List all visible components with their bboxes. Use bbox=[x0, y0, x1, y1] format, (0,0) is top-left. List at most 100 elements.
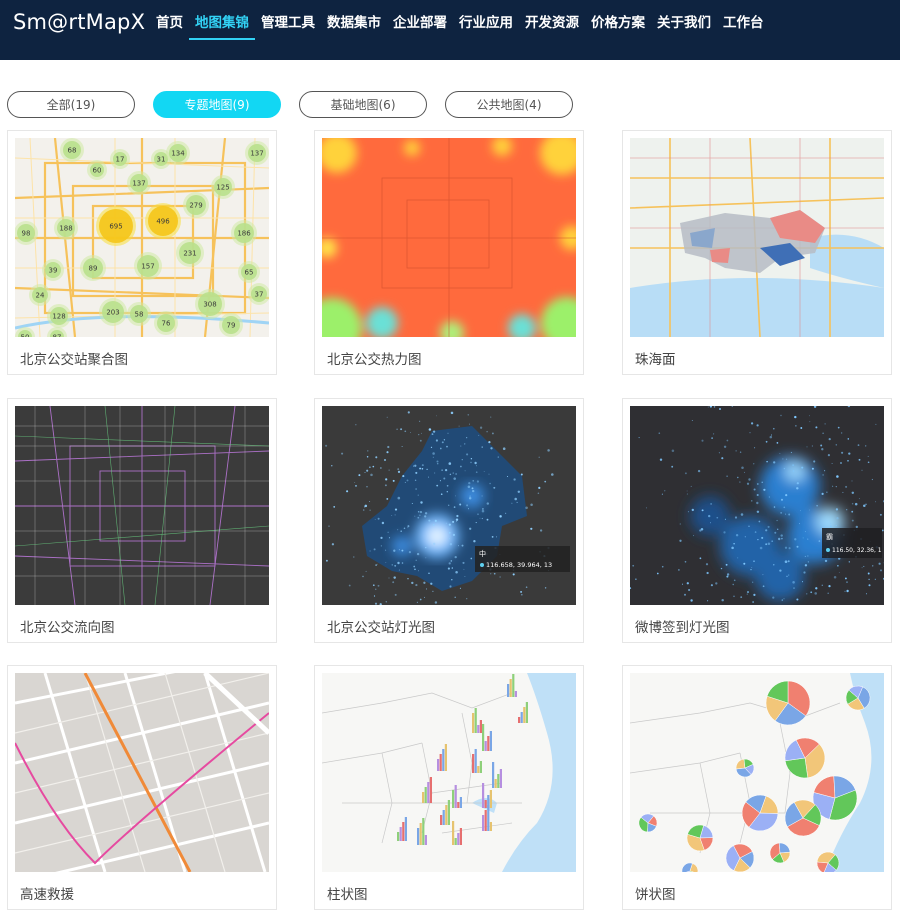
light-point bbox=[349, 585, 351, 587]
filter-all[interactable]: 全部(19) bbox=[7, 91, 135, 118]
light-point bbox=[487, 502, 489, 504]
cluster-count-label: 98 bbox=[22, 230, 31, 238]
card-title[interactable]: 微博签到灯光图 bbox=[635, 616, 730, 636]
light-point bbox=[520, 591, 522, 593]
light-point bbox=[687, 582, 689, 584]
card-title[interactable]: 饼状图 bbox=[635, 883, 676, 903]
light-point bbox=[836, 475, 839, 478]
nav-data-market[interactable]: 数据集市 bbox=[321, 0, 387, 40]
card-title[interactable]: 北京公交站灯光图 bbox=[327, 616, 435, 636]
light-point bbox=[788, 514, 790, 516]
polygon-map-thumbnail[interactable] bbox=[630, 138, 884, 337]
light-point bbox=[444, 439, 445, 440]
map-card-cluster[interactable]: 6817311341376013712527918869549698186231… bbox=[7, 130, 277, 375]
light-point bbox=[732, 584, 733, 585]
card-title[interactable]: 高速救援 bbox=[20, 883, 74, 903]
cluster-map-thumbnail[interactable]: 6817311341376013712527918869549698186231… bbox=[15, 138, 269, 337]
light-point bbox=[517, 502, 518, 503]
light-point bbox=[375, 564, 376, 565]
nav-industry[interactable]: 行业应用 bbox=[453, 0, 519, 40]
light-point bbox=[753, 594, 755, 596]
light-point bbox=[539, 457, 540, 458]
nav-dev-resources[interactable]: 开发资源 bbox=[519, 0, 585, 40]
light-point bbox=[419, 468, 421, 470]
light-point bbox=[431, 447, 432, 448]
light-point bbox=[530, 528, 532, 530]
light-point bbox=[408, 411, 410, 413]
flow-map-thumbnail[interactable] bbox=[15, 406, 269, 605]
light-point bbox=[805, 556, 806, 557]
nav-map-gallery[interactable]: 地图集锦 bbox=[189, 0, 255, 40]
light-point bbox=[462, 459, 463, 460]
light-point bbox=[448, 433, 449, 434]
heat-map-thumbnail[interactable] bbox=[322, 138, 576, 337]
light-point bbox=[419, 515, 420, 516]
light-point bbox=[741, 513, 744, 516]
pie-map-thumbnail[interactable] bbox=[630, 673, 884, 872]
road-map-thumbnail[interactable] bbox=[15, 673, 269, 872]
light-point bbox=[414, 516, 415, 517]
light-point bbox=[646, 507, 647, 508]
light-point bbox=[450, 543, 452, 545]
light-point bbox=[456, 518, 458, 520]
map-card-light[interactable]: 中 116.658, 39.964, 13 北京公交站灯光图 bbox=[314, 398, 584, 643]
light-point bbox=[862, 470, 863, 471]
map-card-polygon[interactable]: 珠海面 bbox=[622, 130, 892, 375]
light-point bbox=[455, 495, 456, 496]
nav-home[interactable]: 首页 bbox=[150, 0, 189, 40]
light-point bbox=[632, 565, 634, 567]
light-point bbox=[879, 563, 881, 565]
card-title[interactable]: 北京公交热力图 bbox=[327, 348, 422, 368]
light-point bbox=[369, 466, 371, 468]
light-point bbox=[398, 471, 400, 473]
card-title[interactable]: 柱状图 bbox=[327, 883, 368, 903]
light-point bbox=[499, 515, 501, 517]
weibo-light-map-thumbnail[interactable]: 霸 116.50, 32.36, 1 bbox=[630, 406, 884, 605]
light-point bbox=[470, 462, 472, 464]
light-point bbox=[463, 569, 464, 570]
nav-enterprise[interactable]: 企业部署 bbox=[387, 0, 453, 40]
card-title[interactable]: 珠海面 bbox=[635, 348, 676, 368]
light-map-thumbnail[interactable]: 中 116.658, 39.964, 13 bbox=[322, 406, 576, 605]
light-point bbox=[386, 451, 388, 453]
nav-admin-tools[interactable]: 管理工具 bbox=[255, 0, 321, 40]
light-point bbox=[460, 466, 462, 468]
card-title[interactable]: 北京公交站聚合图 bbox=[20, 348, 128, 368]
nav-pricing[interactable]: 价格方案 bbox=[585, 0, 651, 40]
bar-map-thumbnail[interactable] bbox=[322, 673, 576, 872]
light-point bbox=[710, 522, 711, 523]
card-title[interactable]: 北京公交流向图 bbox=[20, 616, 115, 636]
light-point bbox=[711, 437, 713, 439]
light-point bbox=[386, 498, 388, 500]
map-card-flow[interactable]: 北京公交流向图 bbox=[7, 398, 277, 643]
light-point bbox=[402, 446, 403, 447]
light-point bbox=[353, 556, 354, 557]
light-point bbox=[482, 508, 484, 510]
light-point bbox=[822, 474, 824, 476]
light-point bbox=[468, 486, 471, 489]
light-point bbox=[826, 492, 827, 493]
filter-basemap[interactable]: 基础地图(6) bbox=[299, 91, 427, 118]
light-point bbox=[464, 576, 465, 577]
light-point bbox=[466, 598, 467, 599]
light-point bbox=[469, 497, 471, 499]
nav-about[interactable]: 关于我们 bbox=[651, 0, 717, 40]
nav-workbench[interactable]: 工作台 bbox=[717, 0, 770, 40]
map-card-heat[interactable]: 北京公交热力图 bbox=[314, 130, 584, 375]
light-point bbox=[759, 521, 761, 523]
light-point bbox=[387, 417, 388, 418]
light-point bbox=[468, 508, 469, 509]
cluster-count-label: 188 bbox=[59, 225, 72, 233]
filter-thematic[interactable]: 专题地图(9) bbox=[153, 91, 281, 118]
light-point bbox=[807, 538, 808, 539]
light-point bbox=[797, 546, 799, 548]
light-point bbox=[825, 423, 826, 424]
map-card-bar[interactable]: 柱状图 bbox=[314, 665, 584, 910]
map-card-road[interactable]: 高速救援 bbox=[7, 665, 277, 910]
site-logo[interactable]: Sm@rtMapX bbox=[13, 10, 145, 34]
light-point bbox=[698, 470, 700, 472]
light-point bbox=[753, 463, 754, 464]
map-card-weibo-light[interactable]: 霸 116.50, 32.36, 1 微博签到灯光图 bbox=[622, 398, 892, 643]
filter-public[interactable]: 公共地图(4) bbox=[445, 91, 573, 118]
map-card-pie[interactable]: 饼状图 bbox=[622, 665, 892, 910]
